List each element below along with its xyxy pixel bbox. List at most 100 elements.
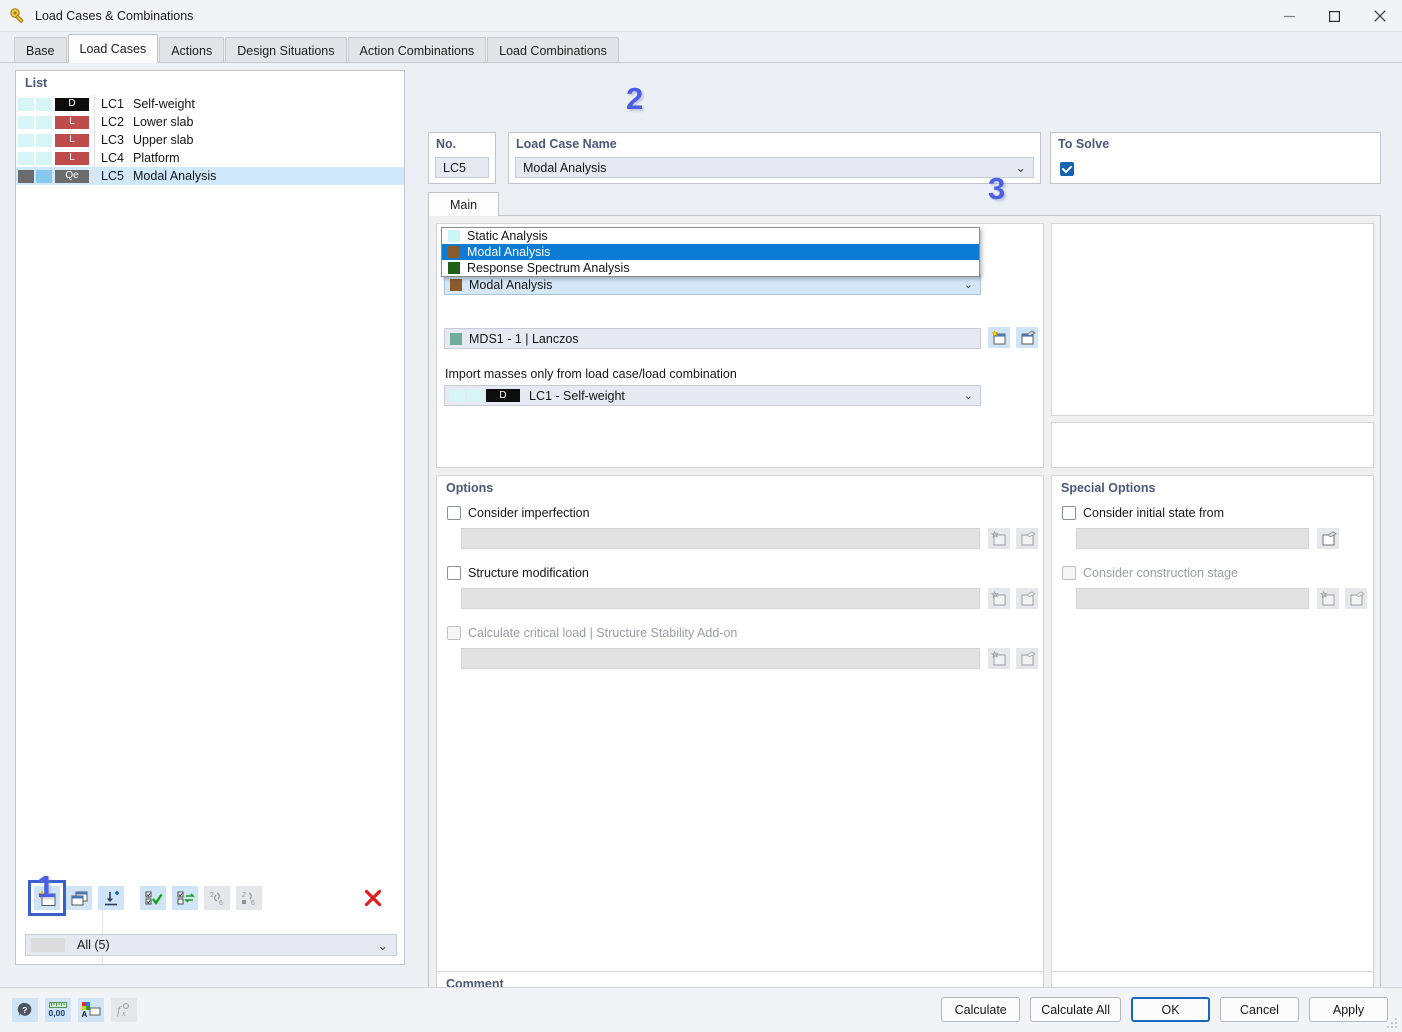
maximize-button[interactable] [1312, 0, 1357, 32]
consider-imperfection-field[interactable] [461, 528, 980, 549]
options-title: Options [446, 481, 494, 495]
chevron-down-icon: ⌄ [963, 279, 973, 291]
consider-initial-state-checkbox[interactable] [1062, 506, 1076, 520]
dropdown-option-modal-analysis[interactable]: Modal Analysis [442, 244, 979, 260]
analysis-type-value: Modal Analysis [469, 277, 553, 292]
tab-actions[interactable]: Actions [159, 37, 225, 63]
structure-modification-checkbox[interactable] [447, 566, 461, 580]
apply-button[interactable]: Apply [1309, 997, 1388, 1022]
renumber-button: 2 6 [204, 886, 230, 910]
cancel-button[interactable]: Cancel [1220, 997, 1299, 1022]
special-options-group: Special Options Consider initial state f… [1051, 475, 1374, 1032]
table-row[interactable]: L LC4 Platform [16, 149, 404, 167]
table-row-selected[interactable]: Qe LC5 Modal Analysis [16, 167, 404, 185]
row-name: Platform [133, 151, 180, 165]
tab-action-combinations[interactable]: Action Combinations [347, 37, 487, 63]
row-number: LC4 [101, 151, 124, 165]
edit-initial-state-button[interactable] [1317, 528, 1339, 549]
consider-construction-stage-checkbox [1062, 566, 1076, 580]
status-bar: ? 0,00 A f x Calculate Calculate All OK … [0, 987, 1402, 1032]
table-row[interactable]: L LC3 Upper slab [16, 131, 404, 149]
svg-text:6: 6 [251, 900, 255, 907]
tab-load-combinations[interactable]: Load Combinations [487, 37, 619, 63]
consider-imperfection-row[interactable]: Consider imperfection [447, 506, 590, 520]
consider-initial-state-field[interactable] [1076, 528, 1309, 549]
new-modal-settings-button[interactable] [988, 327, 1010, 348]
ok-button[interactable]: OK [1131, 997, 1210, 1022]
units-button[interactable]: 0,00 [45, 998, 71, 1022]
svg-text:6: 6 [219, 900, 223, 907]
import-masses-badge: D [486, 389, 520, 402]
calculate-critical-load-label: Calculate critical load | Structure Stab… [468, 626, 738, 640]
table-row[interactable]: D LC1 Self-weight [16, 95, 404, 113]
modal-solver-swatch [450, 332, 462, 345]
row-category-badge: L [55, 133, 89, 147]
delete-load-case-button[interactable] [360, 886, 386, 910]
structure-modification-row[interactable]: Structure modification [447, 566, 589, 580]
row-number: LC3 [101, 133, 124, 147]
calculate-button[interactable]: Calculate [941, 997, 1021, 1022]
tab-design-situations[interactable]: Design Situations [225, 37, 347, 63]
subtab-main[interactable]: Main [428, 192, 500, 216]
load-case-list-panel: List D LC1 Self-weight L LC2 Lower slab … [15, 70, 405, 965]
new-stability-button [988, 648, 1010, 669]
import-masses-swatch-b [467, 389, 483, 402]
consider-imperfection-checkbox[interactable] [447, 506, 461, 520]
new-load-case-button[interactable] [28, 880, 66, 916]
load-case-name-field[interactable]: Modal Analysis ⌄ [515, 157, 1034, 178]
select-all-button[interactable] [140, 886, 166, 910]
import-masses-combo[interactable]: D LC1 - Self-weight ⌄ [444, 385, 981, 406]
svg-text:2: 2 [242, 892, 246, 899]
calculate-all-button[interactable]: Calculate All [1030, 997, 1121, 1022]
load-case-no-field[interactable]: LC5 [435, 157, 489, 178]
tab-base[interactable]: Base [14, 37, 67, 63]
chevron-down-icon: ⌄ [1015, 161, 1026, 175]
special-options-title: Special Options [1061, 481, 1156, 495]
resize-grip-icon[interactable] [1386, 1017, 1398, 1029]
row-name: Upper slab [133, 133, 194, 147]
analysis-type-swatch [450, 278, 462, 291]
copy-load-case-button[interactable] [66, 886, 92, 910]
svg-text:x: x [121, 1009, 126, 1018]
to-solve-group: To Solve [1050, 132, 1381, 184]
edit-imperfection-button [1016, 528, 1038, 549]
minimize-button[interactable] [1267, 0, 1312, 32]
import-load-case-button[interactable] [98, 886, 124, 910]
row-color-swatch-b [36, 169, 52, 183]
svg-text:A: A [82, 1010, 88, 1019]
table-row[interactable]: L LC2 Lower slab [16, 113, 404, 131]
display-properties-button[interactable]: A [78, 998, 104, 1022]
modal-solver-combo[interactable]: MDS1 - 1 | Lanczos [444, 328, 981, 349]
dropdown-option-response-spectrum-analysis[interactable]: Response Spectrum Analysis [442, 260, 979, 276]
tab-load-cases[interactable]: Load Cases [67, 34, 159, 63]
svg-text:2: 2 [210, 892, 214, 899]
import-masses-swatch-a [449, 389, 465, 402]
structure-modification-label: Structure modification [468, 566, 589, 580]
analysis-type-combo[interactable]: Modal Analysis ⌄ [444, 274, 981, 295]
analysis-type-dropdown-list[interactable]: Static Analysis Modal Analysis Response … [441, 227, 980, 277]
annotation-2: 2 [626, 81, 644, 116]
row-color-swatch-a [18, 115, 34, 129]
calculate-critical-load-checkbox [447, 626, 461, 640]
consider-construction-stage-field [1076, 588, 1309, 609]
chevron-down-icon: ⌄ [377, 938, 388, 953]
edit-modal-settings-button[interactable] [1016, 327, 1038, 348]
invert-selection-button[interactable] [172, 886, 198, 910]
to-solve-checkbox[interactable] [1060, 162, 1074, 176]
consider-initial-state-row[interactable]: Consider initial state from [1062, 506, 1224, 520]
svg-text:?: ? [22, 1005, 27, 1015]
row-number: LC5 [101, 169, 124, 183]
consider-construction-stage-label: Consider construction stage [1083, 566, 1238, 580]
list-filter-combo[interactable]: All (5) ⌄ [25, 934, 397, 956]
svg-text:0,00: 0,00 [49, 1008, 66, 1018]
help-info-button[interactable]: ? [12, 998, 38, 1022]
close-button[interactable] [1357, 0, 1402, 32]
calculate-critical-load-field [461, 648, 980, 669]
option-label: Static Analysis [467, 229, 548, 243]
dropdown-option-static-analysis[interactable]: Static Analysis [442, 228, 979, 244]
row-category-badge: Qe [55, 169, 89, 183]
row-color-swatch-a [18, 133, 34, 147]
load-case-list[interactable]: D LC1 Self-weight L LC2 Lower slab L LC3… [16, 95, 404, 903]
load-cases-dialog: Load Cases & Combinations Base Load Case… [0, 0, 1402, 1032]
structure-modification-field[interactable] [461, 588, 980, 609]
